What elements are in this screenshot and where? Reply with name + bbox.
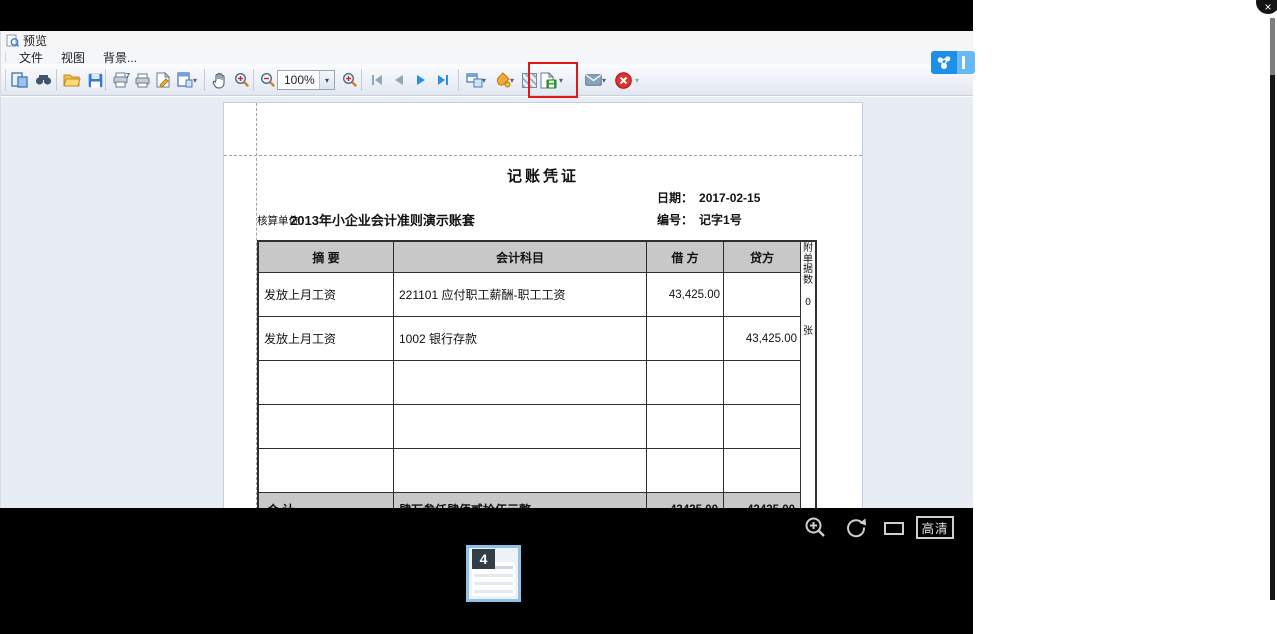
page-setup-icon[interactable] bbox=[153, 70, 173, 90]
close-preview-icon[interactable] bbox=[613, 70, 633, 90]
menu-file[interactable]: 文件 bbox=[19, 49, 43, 66]
find-icon[interactable] bbox=[33, 70, 53, 90]
menu-background[interactable]: 背景... bbox=[103, 49, 137, 66]
zoom-select-caret-icon[interactable]: ▾ bbox=[319, 71, 334, 89]
preview-window-icon bbox=[6, 34, 19, 47]
netdisk-logo-icon bbox=[931, 51, 957, 74]
next-page-icon[interactable] bbox=[411, 70, 431, 90]
preview-window: 预览 文件 视图 背景... 7 ▾ 100% ▾ ▾ ▾ ▾ ▾ ▾ 记账凭证… bbox=[0, 31, 973, 510]
voucher-date: 日期： 2017-02-15 bbox=[657, 191, 761, 205]
page-layout-caret-icon[interactable]: ▾ bbox=[193, 76, 197, 85]
voucher-number: 编号： 记字1号 bbox=[657, 213, 742, 227]
menu-view[interactable]: 视图 bbox=[61, 49, 85, 66]
email-caret-icon[interactable]: ▾ bbox=[602, 76, 606, 85]
export-caret-icon[interactable]: ▾ bbox=[559, 76, 563, 85]
open-icon[interactable] bbox=[62, 70, 82, 90]
header-credit: 贷方 bbox=[724, 242, 800, 273]
toolbar-overflow-caret-icon[interactable]: ▾ bbox=[635, 76, 639, 85]
thumbnail-page-number: 4 bbox=[472, 549, 495, 569]
zoom-level-value: 100% bbox=[284, 73, 315, 87]
watermark-caret-icon[interactable]: ▾ bbox=[510, 76, 514, 85]
page-thumbnail[interactable]: 4 bbox=[466, 545, 521, 602]
print-settings-icon[interactable]: 7 bbox=[111, 70, 131, 90]
export-icon[interactable] bbox=[538, 70, 558, 90]
voucher-page: 记账凭证 日期： 2017-02-15 核算单位 2013年小企业会计准则演示账套… bbox=[223, 102, 863, 510]
header-summary: 摘 要 bbox=[259, 242, 394, 273]
page-layout-icon[interactable] bbox=[175, 70, 195, 90]
panel-scrollbar[interactable] bbox=[1270, 18, 1275, 600]
header-account: 会计科目 bbox=[394, 242, 647, 273]
quick-print-icon[interactable] bbox=[133, 70, 153, 90]
viewer-zoom-in-icon[interactable] bbox=[804, 516, 827, 542]
zoom-out-icon[interactable] bbox=[258, 70, 278, 90]
voucher-title: 记账凭证 bbox=[506, 168, 579, 185]
scrollbar-thumb[interactable] bbox=[1270, 18, 1275, 75]
attached-count: 0 bbox=[805, 297, 811, 308]
table-row bbox=[259, 449, 800, 493]
window-title: 预览 bbox=[23, 34, 48, 48]
accounting-unit-value: 2013年小企业会计准则演示账套 bbox=[290, 213, 475, 228]
fullscreen-icon[interactable] bbox=[884, 522, 904, 535]
screen: 预览 文件 视图 背景... 7 ▾ 100% ▾ ▾ ▾ ▾ ▾ ▾ 记账凭证… bbox=[0, 0, 1277, 634]
document-area: 记账凭证 日期： 2017-02-15 核算单位 2013年小企业会计准则演示账套… bbox=[1, 97, 973, 510]
svg-text:7: 7 bbox=[126, 73, 130, 80]
email-icon[interactable] bbox=[583, 70, 603, 90]
save-icon[interactable] bbox=[85, 70, 105, 90]
first-page-icon[interactable] bbox=[367, 70, 387, 90]
window-titlebar: 预览 bbox=[1, 31, 973, 50]
menu-bar: 文件 视图 背景... bbox=[1, 49, 973, 66]
comments-panel: 婴堃 的 凭证导出按钮 2017年08月11日 14:15 i 添加描述 静谷幽… bbox=[973, 0, 1277, 634]
attached-unit: 张 bbox=[803, 325, 813, 337]
viewer-bottom-bar: 高清 4 bbox=[0, 508, 973, 634]
attached-docs-column: 附 单 据 数 0 张 bbox=[800, 240, 817, 510]
previous-page-icon[interactable] bbox=[389, 70, 409, 90]
voucher-table: 摘 要 会计科目 借 方 贷方 发放上月工资 221101 应付职工薪酬-职工工… bbox=[257, 240, 802, 510]
zoom-in-tool-icon[interactable] bbox=[232, 70, 252, 90]
table-row bbox=[259, 405, 800, 449]
netdisk-button-label-clipped bbox=[957, 51, 975, 74]
multi-page-view-icon[interactable] bbox=[464, 70, 484, 90]
zoom-level-select[interactable]: 100% ▾ bbox=[277, 70, 335, 90]
table-row: 发放上月工资 1002 银行存款 43,425.00 bbox=[259, 317, 800, 361]
margin-guide-horizontal bbox=[224, 155, 862, 156]
toolbar: 7 ▾ 100% ▾ ▾ ▾ ▾ ▾ ▾ bbox=[1, 62, 973, 98]
hand-pan-icon[interactable] bbox=[210, 70, 230, 90]
table-row bbox=[259, 361, 800, 405]
save-to-netdisk-button[interactable] bbox=[931, 51, 975, 74]
voucher-table-header: 摘 要 会计科目 借 方 贷方 bbox=[259, 242, 800, 273]
header-debit: 借 方 bbox=[647, 242, 724, 273]
refresh-icon[interactable] bbox=[844, 516, 867, 542]
hd-toggle-button[interactable]: 高清 bbox=[916, 516, 954, 539]
multi-page-caret-icon[interactable]: ▾ bbox=[482, 76, 486, 85]
last-page-icon[interactable] bbox=[433, 70, 453, 90]
zoom-in-icon[interactable] bbox=[340, 70, 360, 90]
print-preview-icon[interactable] bbox=[9, 70, 29, 90]
table-row: 发放上月工资 221101 应付职工薪酬-职工工资 43,425.00 bbox=[259, 273, 800, 317]
